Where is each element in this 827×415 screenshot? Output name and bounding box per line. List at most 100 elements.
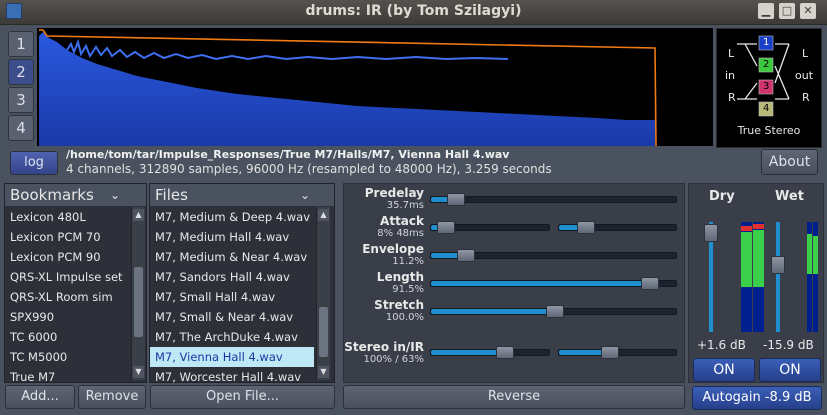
- program-button-4[interactable]: 4: [8, 115, 34, 141]
- wet-gain-value: -15.9 dB: [763, 338, 814, 352]
- stereo-in-slider[interactable]: [430, 346, 550, 359]
- list-item-selected[interactable]: M7, Vienna Hall 4.wav: [150, 347, 314, 367]
- scroll-up-icon[interactable]: ▲: [133, 209, 144, 221]
- stereo-in-slider-handle[interactable]: [496, 346, 514, 359]
- list-item[interactable]: M7, Medium Hall 4.wav: [150, 227, 314, 247]
- chevron-down-icon: ⌄: [110, 188, 121, 202]
- list-item[interactable]: Lexicon 480L: [5, 207, 129, 227]
- list-item[interactable]: True M7: [5, 367, 129, 387]
- stretch-slider[interactable]: [430, 305, 677, 318]
- files-header-label: Files: [155, 186, 188, 204]
- close-icon[interactable]: ✕: [800, 3, 816, 19]
- predelay-label: Predelay: [364, 186, 424, 200]
- attack-slider[interactable]: [430, 221, 550, 234]
- list-item[interactable]: M7, Small Hall 4.wav: [150, 287, 314, 307]
- attack-label: Attack: [380, 214, 424, 228]
- attack-time-slider-handle[interactable]: [577, 221, 595, 234]
- scroll-down-icon[interactable]: ▼: [318, 366, 329, 378]
- autogain-button[interactable]: Autogain -8.9 dB: [692, 386, 822, 410]
- waveform-graphic: [39, 29, 657, 147]
- stretch-value: 100.0%: [385, 312, 424, 323]
- scroll-thumb[interactable]: [319, 307, 328, 357]
- scroll-up-icon[interactable]: ▲: [318, 209, 329, 221]
- waveform-fill: [39, 32, 655, 146]
- program-button-2[interactable]: 2: [8, 59, 34, 85]
- dry-meter-right: [753, 222, 764, 332]
- attack-slider-handle[interactable]: [437, 221, 455, 234]
- stereo-in-ir-value: 100% / 63%: [363, 354, 424, 365]
- stereo-ir-slider[interactable]: [558, 346, 677, 359]
- envelope-slider-handle[interactable]: [457, 249, 475, 262]
- about-button[interactable]: About: [761, 149, 818, 175]
- scroll-down-icon[interactable]: ▼: [133, 366, 144, 378]
- ts-box-2: 2: [763, 59, 770, 70]
- list-item[interactable]: M7, Small & Near 4.wav: [150, 307, 314, 327]
- files-scrollbar[interactable]: ▲ ▼: [316, 207, 330, 380]
- list-item[interactable]: M7, The ArchDuke 4.wav: [150, 327, 314, 347]
- wet-on-button[interactable]: ON: [759, 358, 821, 382]
- stretch-slider-handle[interactable]: [546, 305, 564, 318]
- program-button-1[interactable]: 1: [8, 31, 34, 57]
- file-path: /home/tom/tar/Impulse_Responses/True M7/…: [66, 148, 510, 161]
- wet-meter-right: [813, 222, 818, 332]
- bookmarks-list[interactable]: Lexicon 480L Lexicon PCM 70 Lexicon PCM …: [5, 207, 129, 387]
- remove-bookmark-button[interactable]: Remove: [78, 385, 146, 409]
- bookmarks-scrollbar[interactable]: ▲ ▼: [131, 207, 145, 380]
- ts-box-4: 4: [763, 103, 770, 114]
- attack-time-slider[interactable]: [558, 221, 677, 234]
- app-window: drums: IR (by Tom Szilagyi) ▁ □ ✕ 1 2 3 …: [0, 0, 827, 415]
- window-title: drums: IR (by Tom Szilagyi): [305, 3, 522, 19]
- list-item[interactable]: SPX990: [5, 307, 129, 327]
- true-stereo-label: True Stereo: [737, 124, 801, 137]
- envelope-label: Envelope: [362, 242, 424, 256]
- add-bookmark-button[interactable]: Add...: [5, 385, 75, 409]
- predelay-slider-handle[interactable]: [447, 193, 465, 206]
- ts-box-1: 1: [763, 37, 770, 48]
- envelope-slider[interactable]: [430, 249, 677, 262]
- minimize-icon[interactable]: ▁: [758, 3, 774, 19]
- list-item[interactable]: Lexicon PCM 70: [5, 227, 129, 247]
- predelay-slider[interactable]: [430, 193, 677, 206]
- list-item[interactable]: QRS-XL Impulse set: [5, 267, 129, 287]
- wet-fader-handle[interactable]: [771, 256, 785, 274]
- attack-value: 8% 48ms: [377, 228, 424, 239]
- list-item[interactable]: M7, Sandors Hall 4.wav: [150, 267, 314, 287]
- list-item[interactable]: QRS-XL Room sim: [5, 287, 129, 307]
- dry-meter-left: [741, 222, 752, 332]
- list-item[interactable]: TC 6000: [5, 327, 129, 347]
- reverse-button[interactable]: Reverse: [343, 385, 685, 409]
- files-list[interactable]: M7, Medium & Deep 4.wav M7, Medium Hall …: [150, 207, 314, 387]
- bookmarks-header[interactable]: Bookmarks ⌄: [5, 184, 146, 206]
- dry-fader-handle[interactable]: [704, 224, 718, 242]
- ts-in-r: R: [728, 91, 736, 104]
- files-panel: Files ⌄ M7, Medium & Deep 4.wav M7, Medi…: [149, 183, 335, 384]
- length-value: 91.5%: [392, 284, 424, 295]
- stretch-label: Stretch: [374, 298, 424, 312]
- open-file-button[interactable]: Open File...: [150, 385, 335, 409]
- length-slider[interactable]: [430, 277, 677, 290]
- maximize-icon[interactable]: □: [779, 3, 795, 19]
- files-header[interactable]: Files ⌄: [150, 184, 334, 206]
- list-item[interactable]: M7, Medium & Deep 4.wav: [150, 207, 314, 227]
- list-item[interactable]: TC M5000: [5, 347, 129, 367]
- scroll-thumb[interactable]: [134, 267, 143, 337]
- dry-on-button[interactable]: ON: [693, 358, 755, 382]
- log-button[interactable]: log: [10, 151, 58, 175]
- file-info: 4 channels, 312890 samples, 96000 Hz (re…: [66, 162, 552, 176]
- list-item[interactable]: Lexicon PCM 90: [5, 247, 129, 267]
- program-button-3[interactable]: 3: [8, 87, 34, 113]
- ts-box-3: 3: [763, 81, 770, 92]
- list-item[interactable]: M7, Worcester Hall 4.wav: [150, 367, 314, 387]
- title-bar: drums: IR (by Tom Szilagyi) ▁ □ ✕: [0, 0, 827, 25]
- bookmarks-panel: Bookmarks ⌄ Lexicon 480L Lexicon PCM 70 …: [4, 183, 147, 384]
- wet-label: Wet: [775, 189, 804, 204]
- envelope-value: 11.2%: [392, 256, 424, 267]
- wet-fader-track[interactable]: [776, 222, 780, 332]
- stereo-ir-slider-handle[interactable]: [601, 346, 619, 359]
- list-item[interactable]: M7, Medium & Near 4.wav: [150, 247, 314, 267]
- predelay-value: 35.7ms: [386, 200, 424, 211]
- length-slider-handle[interactable]: [641, 277, 659, 290]
- ts-in-l: L: [728, 47, 735, 60]
- true-stereo-diagram: 1 2 3 4 L in R L out R True Stereo: [716, 28, 822, 148]
- ts-out-l: L: [802, 47, 809, 60]
